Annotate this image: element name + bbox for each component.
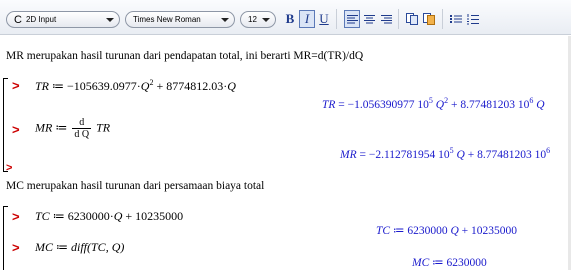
tc-output: TC ≔ 6230000 Q + 10235000 <box>376 225 518 237</box>
toolbar-divider <box>398 9 399 29</box>
toolbar-divider <box>442 9 443 29</box>
c-mode-icon: C <box>14 13 22 26</box>
mr-input[interactable]: MR ≔ d d Q TR <box>35 117 110 140</box>
tr-output: TR = −1.056390977 105 Q2 + 8.77481203 10… <box>322 96 545 112</box>
command-prompt[interactable]: > <box>12 122 20 137</box>
format-toolbar: C 2D Input Times New Roman 12 B I U <box>0 0 571 35</box>
mc-output: MC ≔ 6230000 <box>412 257 487 269</box>
bullet-list-button[interactable] <box>448 10 464 28</box>
input-mode-label: 2D Input <box>25 15 57 24</box>
execution-group-bracket <box>3 78 8 172</box>
derivative-fraction: d d Q <box>72 117 92 140</box>
align-left-icon <box>346 15 358 24</box>
align-right-icon <box>380 15 392 24</box>
chevron-down-icon <box>106 18 114 22</box>
paragraph-style-button[interactable] <box>404 10 420 28</box>
bullet-list-icon <box>450 15 462 23</box>
command-prompt[interactable]: > <box>12 240 20 255</box>
font-size-dropdown[interactable]: 12 <box>240 11 276 28</box>
section-style-button[interactable] <box>421 10 437 28</box>
bold-button[interactable]: B <box>282 10 298 28</box>
page-color-icon <box>422 13 435 25</box>
execution-group-bracket <box>3 206 8 270</box>
font-family-dropdown[interactable]: Times New Roman <box>125 11 235 28</box>
italic-button[interactable]: I <box>299 10 315 28</box>
align-center-icon <box>363 15 375 24</box>
command-prompt[interactable]: > <box>6 162 12 174</box>
tc-input[interactable]: TC ≔ 6230000·Q + 10235000 <box>35 209 183 224</box>
text-paragraph-mr[interactable]: MR merupakan hasil turunan dari pendapat… <box>6 50 363 62</box>
numbered-list-icon <box>467 13 479 24</box>
mr-output: MR = −2.112781954 105 Q + 8.77481203 106 <box>340 146 551 162</box>
toolbar-divider <box>336 9 337 29</box>
command-prompt[interactable]: > <box>12 209 20 224</box>
page-icon <box>405 13 418 25</box>
align-right-button[interactable] <box>378 10 394 28</box>
numbered-list-button[interactable] <box>465 10 481 28</box>
mc-input[interactable]: MC ≔ diff(TC, Q) <box>35 240 124 255</box>
chevron-down-icon <box>262 18 270 22</box>
text-paragraph-mc[interactable]: MC merupakan hasil turunan dari persamaa… <box>6 180 264 192</box>
underline-button[interactable]: U <box>316 10 332 28</box>
command-prompt[interactable]: > <box>12 78 20 93</box>
tr-input[interactable]: TR ≔ −105639.0977·Q2 + 8774812.03·Q <box>35 79 236 94</box>
font-family-label: Times New Roman <box>133 15 201 24</box>
chevron-down-icon <box>221 18 229 22</box>
input-mode-dropdown[interactable]: C 2D Input <box>6 11 120 28</box>
align-left-button[interactable] <box>344 10 360 28</box>
font-size-label: 12 <box>248 15 257 24</box>
align-center-button[interactable] <box>361 10 377 28</box>
